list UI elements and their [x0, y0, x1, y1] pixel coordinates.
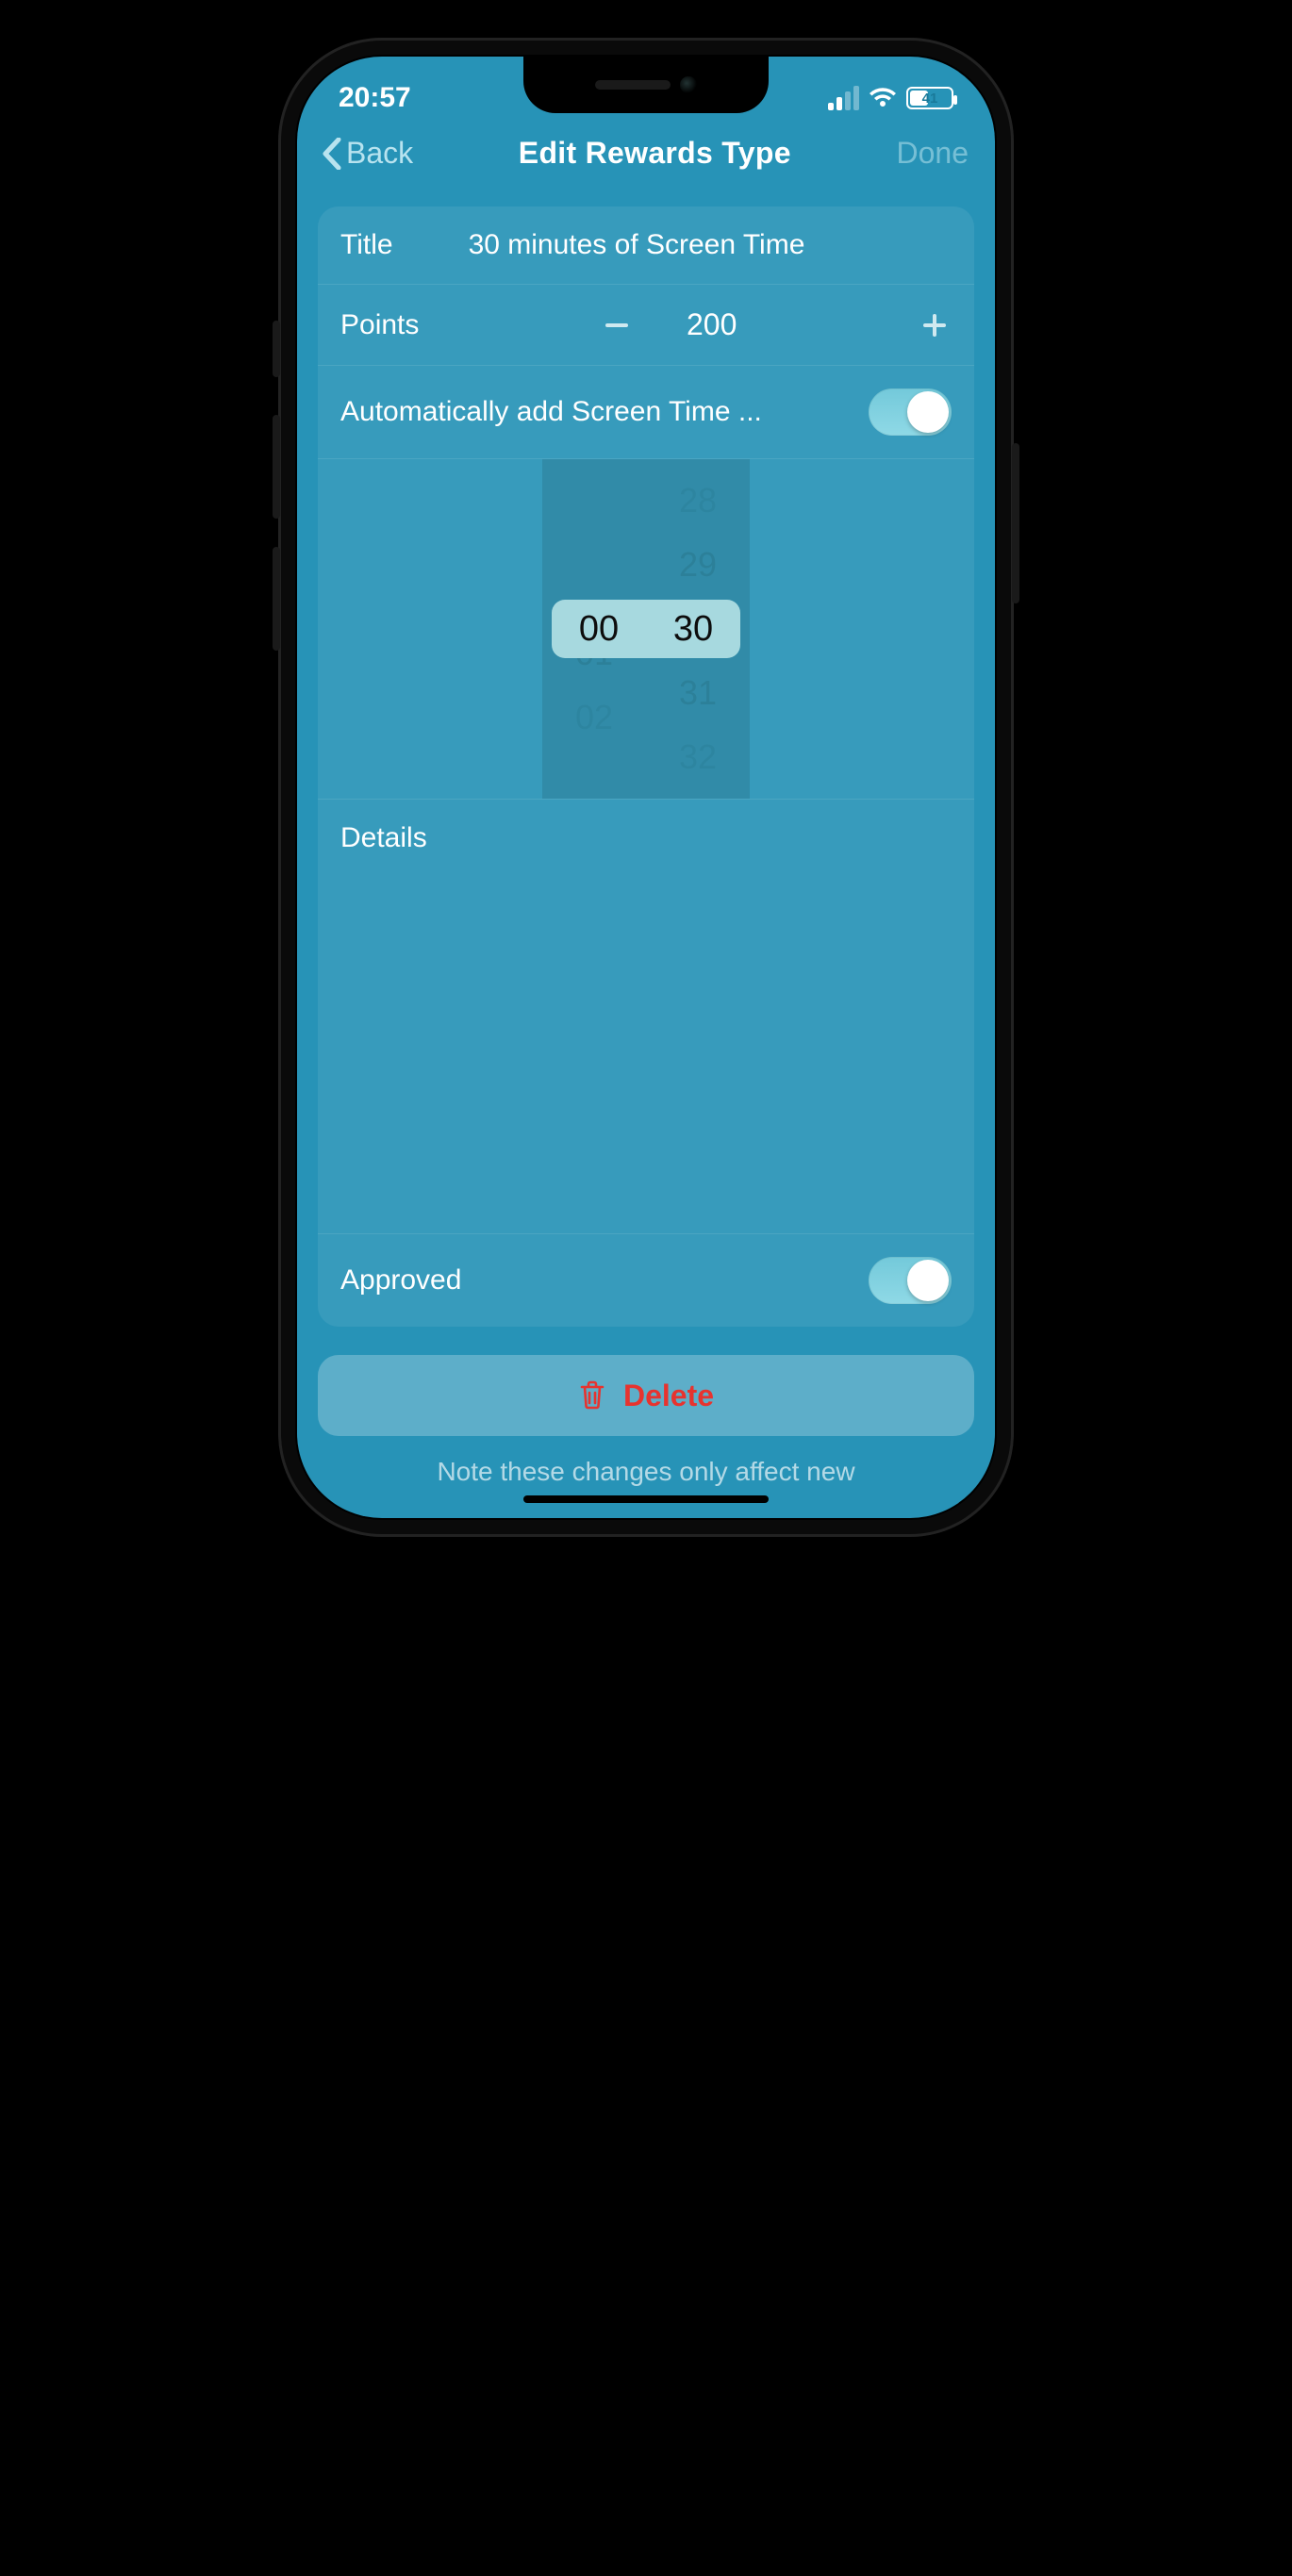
picker-selection-band: 00 30 [552, 600, 740, 658]
form-panel: Title 30 minutes of Screen Time Points 2… [318, 206, 974, 1327]
details-label: Details [340, 822, 427, 854]
duration-picker-wrap: 00 01 02 28 29 30 31 32 00 30 [318, 459, 974, 800]
mute-switch [273, 321, 280, 377]
home-indicator[interactable] [523, 1495, 769, 1503]
picker-minutes-minus2: 28 [679, 481, 717, 520]
back-button[interactable]: Back [320, 136, 413, 171]
done-button[interactable]: Done [896, 136, 969, 171]
approved-row: Approved [318, 1233, 974, 1327]
page-title: Edit Rewards Type [519, 136, 791, 171]
auto-screen-time-label: Automatically add Screen Time ... [340, 396, 869, 428]
delete-label: Delete [623, 1379, 714, 1413]
points-row: Points 200 [318, 285, 974, 366]
picker-minutes-minus1: 29 [679, 545, 717, 585]
delete-button[interactable]: Delete [318, 1355, 974, 1436]
picker-minutes-selected: 30 [673, 609, 713, 650]
duration-picker[interactable]: 00 01 02 28 29 30 31 32 00 30 [542, 459, 750, 799]
battery-percent: 41 [922, 91, 938, 107]
footer-note: Note these changes only affect new [297, 1436, 995, 1487]
nav-bar: Back Edit Rewards Type Done [297, 113, 995, 190]
picker-hours-selected: 00 [579, 609, 619, 650]
auto-screen-time-row: Automatically add Screen Time ... [318, 366, 974, 459]
volume-up [273, 415, 280, 519]
title-row[interactable]: Title 30 minutes of Screen Time [318, 206, 974, 285]
title-label: Title [340, 229, 393, 261]
phone-frame: 20:57 41 Back Edit Rewards Type Done [278, 38, 1014, 1537]
picker-hours-plus2: 02 [575, 698, 613, 737]
increment-button[interactable] [918, 308, 952, 342]
details-row[interactable]: Details [318, 800, 974, 1233]
battery-icon: 41 [906, 87, 953, 109]
speaker-grille [595, 80, 671, 90]
plus-icon [919, 310, 950, 340]
title-value: 30 minutes of Screen Time [393, 229, 952, 261]
points-value[interactable]: 200 [687, 307, 737, 342]
notch [523, 57, 769, 113]
approved-label: Approved [340, 1264, 869, 1296]
volume-down [273, 547, 280, 651]
auto-screen-time-toggle[interactable] [869, 388, 952, 436]
trash-icon [578, 1379, 606, 1412]
screen: 20:57 41 Back Edit Rewards Type Done [297, 57, 995, 1518]
status-time: 20:57 [339, 82, 411, 114]
wifi-icon [869, 88, 897, 108]
chevron-left-icon [320, 138, 342, 170]
minus-icon [602, 310, 632, 340]
picker-minutes-plus2: 32 [679, 737, 717, 777]
approved-toggle[interactable] [869, 1257, 952, 1304]
points-label: Points [340, 309, 419, 341]
back-label: Back [346, 136, 413, 171]
picker-minutes-plus1: 31 [679, 673, 717, 713]
front-camera [680, 76, 697, 93]
power-button [1012, 443, 1019, 603]
cell-signal-icon [828, 86, 859, 110]
decrement-button[interactable] [600, 308, 634, 342]
